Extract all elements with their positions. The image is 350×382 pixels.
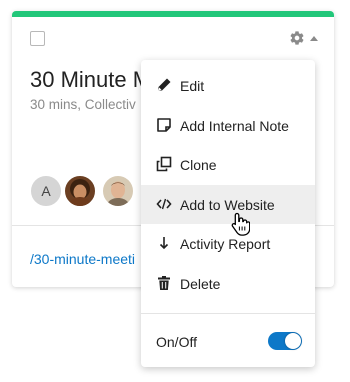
menu-item-delete[interactable]: Delete [141,264,315,303]
avatar-photo [102,175,134,207]
hand-cursor-icon [231,212,250,236]
note-icon [157,118,171,132]
menu-item-edit[interactable]: Edit [141,66,315,105]
select-checkbox[interactable] [30,31,45,46]
menu-item-add-to-website[interactable]: Add to Website [141,185,315,224]
avatar-initial: A [30,175,62,207]
event-actions-menu: Edit Add Internal Note Clone Add to Webs… [141,60,315,367]
pencil-icon [158,78,171,91]
event-subtitle: 30 mins, Collectiv [30,97,136,112]
menu-item-label: Delete [180,276,221,292]
clone-icon [156,156,172,172]
menu-item-label: Edit [180,78,205,94]
on-off-toggle[interactable] [268,332,302,350]
menu-item-label: Add Internal Note [180,118,289,134]
toggle-knob [285,333,301,349]
menu-item-label: Clone [180,157,217,173]
card-color-bar [12,11,334,17]
booking-link[interactable]: /30-minute-meeti [30,251,135,267]
menu-item-label: Activity Report [180,236,271,252]
page: 30 Minute M 30 mins, Collectiv A /30-min… [0,0,350,382]
avatar-photo [64,175,96,207]
on-off-label: On/Off [156,334,197,350]
menu-item-add-internal-note[interactable]: Add Internal Note [141,106,315,145]
caret-up-icon[interactable] [310,36,318,41]
menu-item-label: Add to Website [180,197,275,213]
trash-icon [158,276,170,290]
event-title[interactable]: 30 Minute M [30,67,151,93]
menu-item-activity-report[interactable]: Activity Report [141,224,315,263]
gear-icon[interactable] [289,30,305,46]
code-icon [156,198,172,210]
arrow-down-icon [159,237,169,250]
menu-item-clone[interactable]: Clone [141,145,315,184]
menu-divider [141,313,315,314]
